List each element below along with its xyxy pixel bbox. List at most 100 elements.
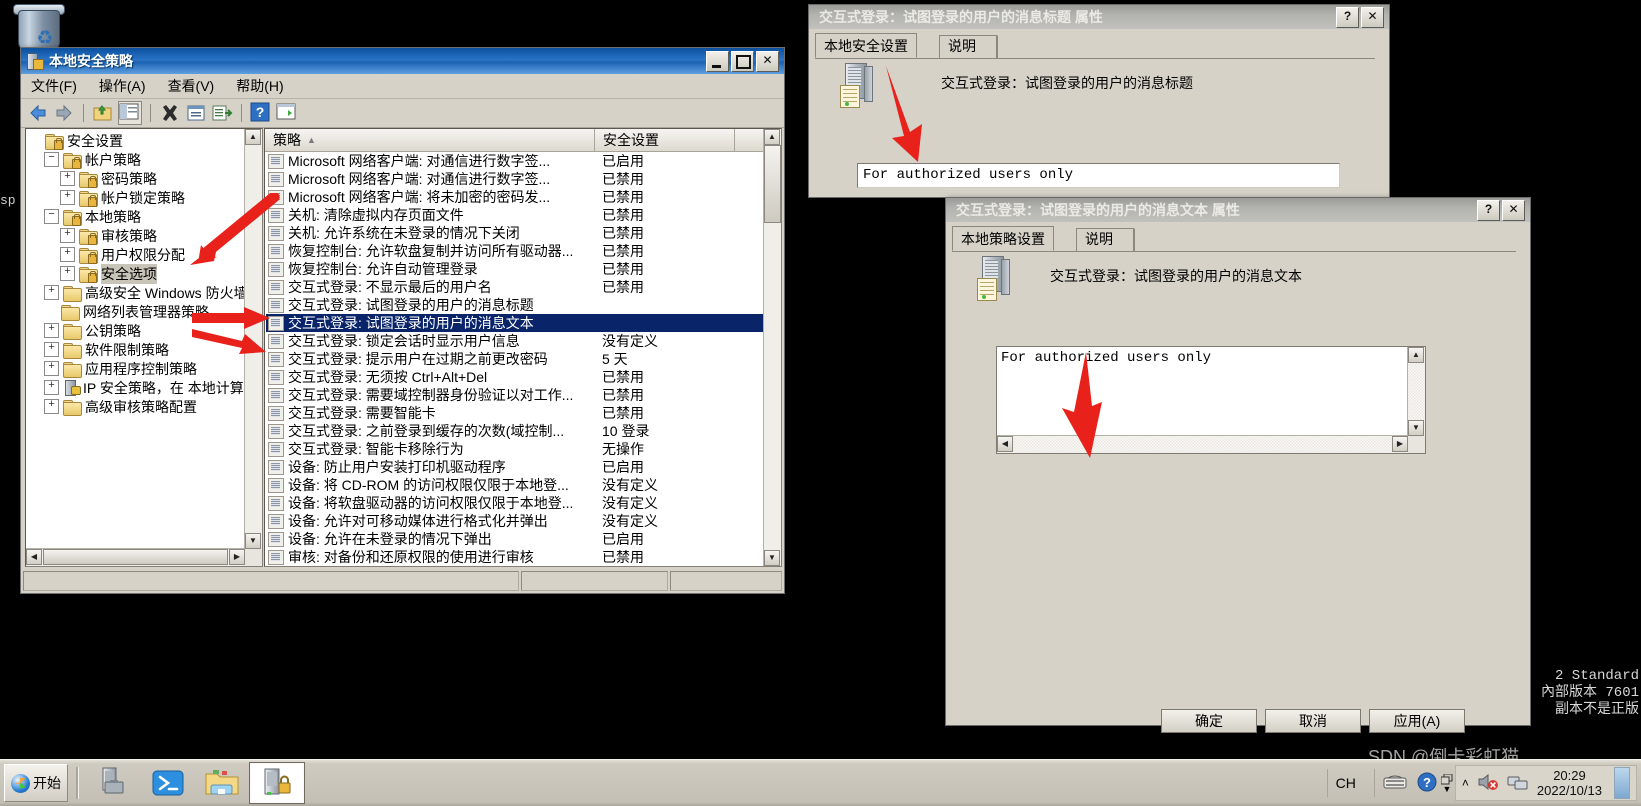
expand-icon[interactable]: + <box>60 190 75 205</box>
table-row[interactable]: 设备: 允许对可移动媒体进行格式化并弹出 没有定义 <box>266 512 763 530</box>
textarea-scroll-up-button[interactable]: ▲ <box>1408 347 1424 363</box>
network-icon[interactable] <box>1507 773 1529 794</box>
recycle-bin[interactable]: ♻ <box>12 2 66 52</box>
taskbar-item-server-manager[interactable] <box>87 763 141 803</box>
system-tray[interactable]: CH ? ▼ ˄ 20:29 2022/10/13 <box>1319 763 1641 803</box>
taskbar[interactable]: 开始 CH ? ▼ ˄ 20:29 2022/10/13 <box>0 759 1641 806</box>
tree-scroll-left-button[interactable]: ◀ <box>26 549 42 565</box>
table-row[interactable]: 审核: 对备份和还原权限的使用进行审核 已禁用 <box>266 548 763 566</box>
dialog2-close-button[interactable]: ✕ <box>1502 199 1525 221</box>
tab-explain[interactable]: 说明 <box>939 35 997 58</box>
table-row[interactable]: 设备: 允许在未登录的情况下弹出 已启用 <box>266 530 763 548</box>
show-hidden-icons-button[interactable]: ▼ <box>1440 773 1453 793</box>
table-row[interactable]: 设备: 防止用户安装打印机驱动程序 已启用 <box>266 458 763 476</box>
expand-icon[interactable]: + <box>44 323 59 338</box>
tree-item[interactable]: + 应用程序控制策略 <box>28 359 244 378</box>
textarea-scroll-down-button[interactable]: ▼ <box>1408 420 1424 436</box>
console-tree-pane[interactable]: 安全设置 − 帐户策略 + 密码策略 + 帐户锁定策略 − 本地策略 + 审核策略 + 用户权限分配 + 安… <box>25 128 263 567</box>
console-tree[interactable]: 安全设置 − 帐户策略 + 密码策略 + 帐户锁定策略 − 本地策略 + 审核策略 + 用户权限分配 + 安… <box>28 131 258 416</box>
collapse-icon[interactable]: − <box>44 209 59 224</box>
show-desktop-button[interactable] <box>1614 767 1630 799</box>
tree-item[interactable]: + 高级审核策略配置 <box>28 397 244 416</box>
message-text-area[interactable]: For authorized users only ▲ ▼ ◀ ▶ <box>996 346 1426 454</box>
tree-item[interactable]: + 密码策略 <box>28 169 244 188</box>
ok-button[interactable]: 确定 <box>1161 709 1257 733</box>
dialog2-tabstrip[interactable]: 本地策略设置 说明 <box>952 226 1516 252</box>
main-window-titlebar[interactable]: 本地安全策略 ✕ <box>21 48 784 74</box>
maximize-button[interactable] <box>731 50 754 72</box>
taskbar-item-explorer[interactable] <box>195 763 249 803</box>
tree-scroll-right-button[interactable]: ▶ <box>229 549 245 565</box>
table-row[interactable]: 恢复控制台: 允许自动管理登录 已禁用 <box>266 260 763 278</box>
tree-horizontal-scrollbar[interactable]: ◀ ▶ <box>26 548 245 566</box>
tree-item[interactable]: − 本地策略 <box>28 207 244 226</box>
tree-scroll-thumb[interactable] <box>43 549 228 565</box>
expand-icon[interactable]: + <box>44 361 59 376</box>
menu-file[interactable]: 文件(F) <box>31 76 77 96</box>
menu-action[interactable]: 操作(A) <box>99 76 146 96</box>
table-row[interactable]: 交互式登录: 无须按 Ctrl+Alt+Del 已禁用 <box>266 368 763 386</box>
show-pane-icon[interactable] <box>276 102 298 124</box>
cancel-button[interactable]: 取消 <box>1265 709 1361 733</box>
expand-icon[interactable]: + <box>60 171 75 186</box>
toolbar[interactable]: ? <box>21 99 784 128</box>
dialog1-close-button[interactable]: ✕ <box>1361 6 1384 28</box>
properties-icon[interactable] <box>185 102 207 124</box>
taskbar-item-powershell[interactable] <box>141 763 195 803</box>
dialog1-help-button[interactable]: ? <box>1336 6 1359 28</box>
menu-help[interactable]: 帮助(H) <box>236 76 283 96</box>
tree-item[interactable]: + 安全选项 <box>28 263 244 284</box>
table-row[interactable]: 设备: 将 CD-ROM 的访问权限仅限于本地登... 没有定义 <box>266 476 763 494</box>
tree-item[interactable]: + 高级安全 Windows 防火墙 <box>28 283 248 302</box>
table-row[interactable]: 设备: 将软盘驱动器的访问权限仅限于本地登... 没有定义 <box>266 494 763 512</box>
expand-icon[interactable]: + <box>44 285 59 300</box>
list-scroll-down-button[interactable]: ▼ <box>764 550 780 566</box>
expand-icon[interactable]: + <box>60 247 75 262</box>
volume-muted-icon[interactable] <box>1477 773 1499 794</box>
textarea-scroll-track[interactable] <box>1408 363 1425 420</box>
forward-icon[interactable] <box>53 102 75 124</box>
textarea-vertical-scrollbar[interactable]: ▲ ▼ <box>1407 347 1425 436</box>
clock[interactable]: 20:29 2022/10/13 <box>1537 768 1602 798</box>
apply-button[interactable]: 应用(A) <box>1369 709 1465 733</box>
table-row[interactable]: Microsoft 网络客户端: 对通信进行数字签... 已启用 <box>266 152 763 170</box>
table-row[interactable]: 关机: 允许系统在未登录的情况下关闭 已禁用 <box>266 224 763 242</box>
dialog2-titlebar[interactable]: 交互式登录：试图登录的用户的消息文本 属性 ? ✕ <box>946 198 1530 222</box>
textarea-horizontal-scrollbar[interactable]: ◀ ▶ <box>997 435 1408 453</box>
table-row[interactable]: 交互式登录: 试图登录的用户的消息文本 <box>266 314 763 332</box>
menu-bar[interactable]: 文件(F) 操作(A) 查看(V) 帮助(H) <box>21 74 784 99</box>
expand-icon[interactable]: + <box>44 380 59 395</box>
textarea-scroll-right-button[interactable]: ▶ <box>1392 436 1408 452</box>
chevron-up-icon[interactable]: ˄ <box>1462 776 1469 790</box>
tab-local-policy-setting[interactable]: 本地策略设置 <box>952 226 1054 251</box>
list-scroll-thumb[interactable] <box>764 145 781 223</box>
tree-item[interactable]: + 帐户锁定策略 <box>28 188 244 207</box>
show-tree-icon[interactable] <box>118 101 142 125</box>
textarea-scroll-left-button[interactable]: ◀ <box>997 436 1013 452</box>
textarea-h-scroll-track[interactable] <box>1014 436 1391 452</box>
tray-help-icon[interactable]: ? <box>1417 772 1437 795</box>
tree-item[interactable]: 网络列表管理器策略 <box>28 302 244 321</box>
message-title-properties-dialog[interactable]: 交互式登录：试图登录的用户的消息标题 属性 ? ✕ 本地安全设置 说明 交互式登… <box>808 4 1390 198</box>
minimize-button[interactable] <box>706 50 729 72</box>
start-button[interactable]: 开始 <box>4 764 68 802</box>
dialog1-tabstrip[interactable]: 本地安全设置 说明 <box>815 33 1375 59</box>
tray-box[interactable]: ˄ 20:29 2022/10/13 <box>1454 765 1637 801</box>
column-header-policy[interactable]: 策略 ▲ <box>265 129 595 151</box>
tree-scroll-up-button[interactable]: ▲ <box>245 129 261 145</box>
tree-item[interactable]: + 软件限制策略 <box>28 340 244 359</box>
table-row[interactable]: Microsoft 网络客户端: 对通信进行数字签... 已禁用 <box>266 170 763 188</box>
delete-icon[interactable] <box>159 102 181 124</box>
dialog2-help-button[interactable]: ? <box>1477 199 1500 221</box>
table-row[interactable]: 交互式登录: 之前登录到缓存的次数(域控制... 10 登录 <box>266 422 763 440</box>
list-scroll-track[interactable] <box>764 223 781 550</box>
table-row[interactable]: 关机: 清除虚拟内存页面文件 已禁用 <box>266 206 763 224</box>
expand-icon[interactable]: + <box>60 228 75 243</box>
tree-scroll-track[interactable] <box>245 145 262 533</box>
tree-item[interactable]: + 公钥策略 <box>28 321 244 340</box>
expand-icon[interactable]: + <box>60 266 75 281</box>
tree-item[interactable]: − 帐户策略 <box>28 150 244 169</box>
ime-indicator[interactable]: CH <box>1336 775 1356 791</box>
dialog1-titlebar[interactable]: 交互式登录：试图登录的用户的消息标题 属性 ? ✕ <box>809 5 1389 29</box>
tree-item[interactable]: + 用户权限分配 <box>28 245 244 264</box>
